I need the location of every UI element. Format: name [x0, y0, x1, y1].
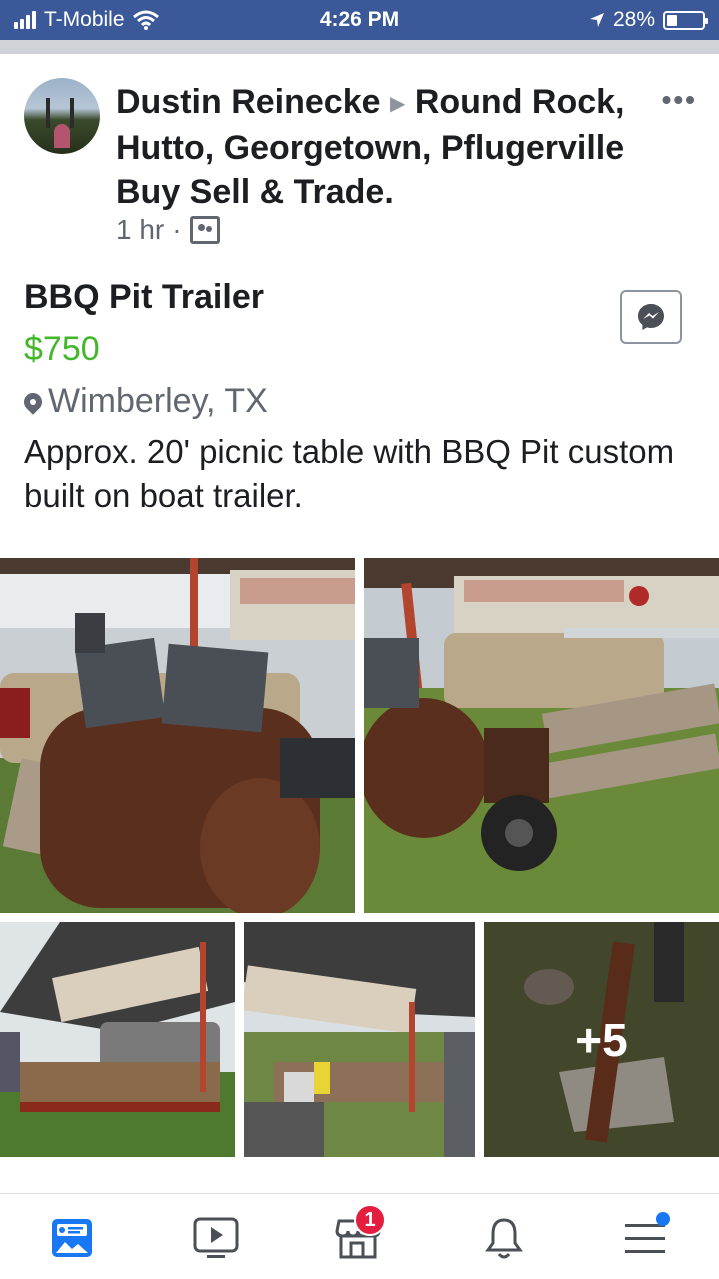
location-arrow-icon: [589, 13, 604, 27]
messenger-icon: [638, 304, 664, 330]
location-text: Wimberley, TX: [48, 382, 268, 420]
listing-photo-4[interactable]: [244, 922, 475, 1157]
triangle-right-icon: ▶: [389, 93, 406, 116]
group-privacy-icon: [189, 216, 220, 244]
meta-separator: ·: [172, 214, 182, 245]
tab-menu[interactable]: [616, 1208, 676, 1268]
marketplace-badge: 1: [354, 1204, 386, 1236]
avatar[interactable]: [24, 78, 100, 154]
listing-location: Wimberley, TX: [20, 382, 268, 421]
listing-photo-1[interactable]: [0, 558, 355, 913]
tab-notifications[interactable]: [474, 1208, 534, 1268]
news-feed-icon: [52, 1219, 92, 1257]
photo-bbq-pit-front: [0, 558, 355, 913]
post-meta: 1 hr ·: [116, 214, 220, 246]
listing-photo-5[interactable]: +5: [484, 922, 719, 1157]
listing-price: $750: [24, 330, 100, 368]
tab-marketplace[interactable]: 1: [328, 1204, 388, 1268]
bottom-tab-bar: 1: [0, 1193, 719, 1279]
listing-photo-2[interactable]: [364, 558, 719, 913]
location-pin-icon: [20, 388, 46, 415]
timestamp[interactable]: 1 hr: [116, 214, 164, 246]
photo-bbq-pit-side: [364, 558, 719, 913]
status-right: 28%: [589, 8, 708, 32]
photo-trailer-canopy: [0, 922, 235, 1157]
watch-icon: [193, 1217, 239, 1258]
battery-percent: 28%: [612, 8, 655, 31]
more-options-icon[interactable]: •••: [662, 84, 697, 116]
photo-trailer-table: [244, 922, 475, 1157]
listing-description: Approx. 20' picnic table with BBQ Pit cu…: [24, 433, 675, 514]
bell-icon: [485, 1218, 523, 1259]
menu-notification-dot: [656, 1212, 670, 1226]
tab-watch[interactable]: [186, 1208, 246, 1268]
status-bar: T-Mobile 4:26 PM 28%: [0, 0, 719, 40]
message-seller-button[interactable]: [620, 290, 682, 344]
tab-news-feed[interactable]: [42, 1208, 102, 1268]
listing-title: BBQ Pit Trailer: [24, 278, 264, 316]
author-name[interactable]: Dustin Reinecke: [116, 83, 381, 121]
listing-photo-3[interactable]: [0, 922, 235, 1157]
battery-icon: [663, 10, 708, 30]
battery-fill: [667, 14, 677, 26]
feed-divider: [0, 40, 719, 54]
post-header: Dustin Reinecke ▶ Round Rock, Hutto, Geo…: [116, 80, 636, 214]
more-photos-overlay[interactable]: +5: [484, 922, 719, 1157]
